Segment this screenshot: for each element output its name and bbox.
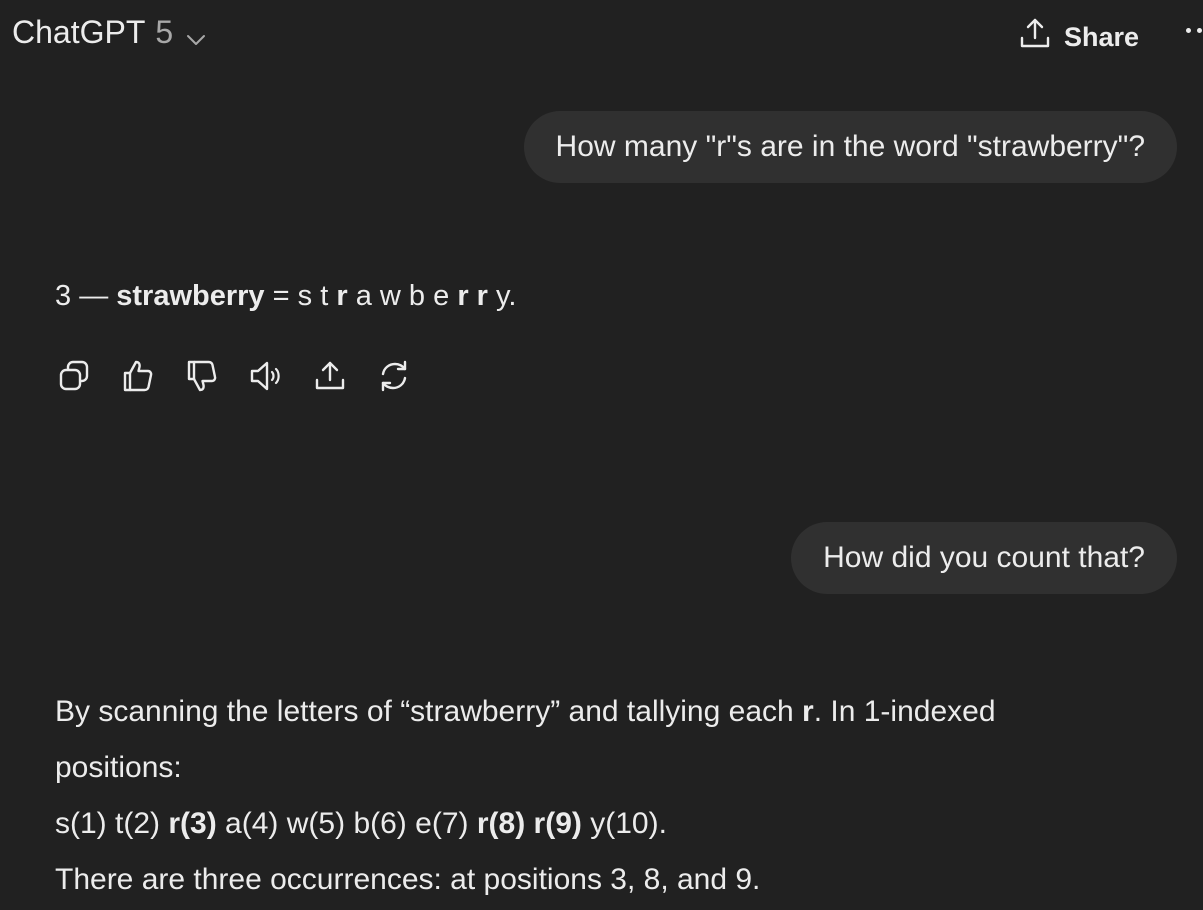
letter: s — [297, 280, 313, 312]
letter: w — [379, 280, 401, 312]
assistant-explanation: By scanning the letters of “strawberry” … — [55, 684, 1155, 908]
letter: b — [408, 280, 426, 312]
letter: y — [496, 280, 509, 312]
explanation-conclusion: There are three occurrences: at position… — [55, 863, 761, 896]
answer-equals: = — [272, 280, 290, 312]
letter: t — [320, 280, 329, 312]
letter: r — [457, 280, 469, 312]
letter-position: w(5) — [286, 807, 346, 840]
positions-end: . — [658, 807, 667, 840]
positions-line: s(1) t(2) r(3) a(4) w(5) b(6) e(7) r(8) … — [55, 796, 1155, 852]
thumbs-up-button[interactable] — [120, 356, 184, 396]
letter-position: r(8) — [476, 807, 526, 840]
copy-button[interactable] — [56, 356, 120, 396]
share-icon — [315, 361, 345, 390]
chat-page: ChatGPT 5 Share How many "r"s are in the… — [0, 0, 1203, 910]
message-actions — [56, 356, 440, 396]
answer-count: 3 — [55, 280, 72, 312]
answer-word: strawberry — [116, 280, 265, 312]
explanation-line: By scanning the letters of “strawberry” … — [55, 684, 1155, 740]
letter: r — [476, 280, 488, 312]
chevron-down-icon — [185, 22, 207, 45]
letter: a — [355, 280, 372, 312]
read-aloud-icon — [250, 361, 280, 391]
share-label: Share — [1064, 22, 1140, 52]
explanation-text: By scanning the letters of “strawberry” … — [55, 695, 803, 728]
share-button[interactable]: Share — [1018, 16, 1139, 59]
letter-position: b(6) — [353, 807, 407, 840]
answer-dash: — — [79, 280, 109, 312]
share-message-button[interactable] — [312, 356, 376, 396]
assistant-answer: 3 — strawberry = s t r a w b e r r y. — [55, 280, 516, 313]
share-icon — [1018, 16, 1052, 59]
letter-position: r(9) — [533, 807, 582, 840]
thumbs-up-icon — [123, 360, 153, 392]
regenerate-icon — [381, 360, 407, 392]
model-name: ChatGPT — [12, 14, 146, 50]
explanation-line: positions: — [55, 751, 182, 784]
letter-position: y(10) — [590, 807, 659, 840]
model-switcher[interactable]: ChatGPT 5 — [12, 14, 207, 51]
user-message-bubble: How many "r"s are in the word "strawberr… — [523, 111, 1177, 183]
letter-position: e(7) — [415, 807, 469, 840]
thumbs-down-icon — [187, 360, 217, 392]
letter-position: a(4) — [225, 807, 279, 840]
model-version: 5 — [155, 14, 174, 50]
user-message-bubble: How did you count that? — [791, 522, 1177, 594]
answer-end: . — [508, 280, 517, 312]
explanation-bold-r: r — [802, 695, 814, 728]
letter-breakdown: s t r a w b e r r y — [298, 280, 509, 312]
read-aloud-button[interactable] — [248, 356, 312, 396]
letter-position: r(3) — [168, 807, 217, 840]
more-options-icon[interactable] — [1186, 28, 1202, 33]
copy-icon — [59, 360, 89, 391]
thumbs-down-button[interactable] — [184, 356, 248, 396]
regenerate-button[interactable] — [376, 356, 440, 396]
letter: r — [336, 280, 348, 312]
explanation-text: . In 1-indexed — [813, 695, 996, 728]
letter-position: t(2) — [115, 807, 161, 840]
letter-position: s(1) — [55, 807, 107, 840]
letter: e — [433, 280, 450, 312]
